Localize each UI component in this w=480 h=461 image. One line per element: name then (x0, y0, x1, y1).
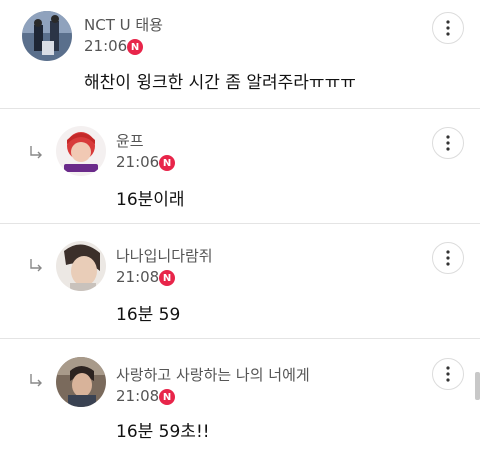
new-badge: N (127, 39, 143, 55)
more-vertical-icon (446, 366, 450, 382)
avatar[interactable] (56, 357, 106, 407)
reply-arrow-icon (28, 145, 44, 161)
more-options-button[interactable] (432, 242, 464, 274)
reply-item: 사랑하고 사랑하는 나의 너에게 21:08 N 16분 59초!! (0, 339, 480, 461)
comment-time: 21:08 (116, 268, 160, 286)
more-vertical-icon (446, 250, 450, 266)
avatar[interactable] (56, 241, 106, 291)
comment-time: 21:06 (84, 37, 128, 55)
scrollbar[interactable] (475, 372, 480, 400)
avatar[interactable] (56, 126, 106, 176)
comment-time: 21:08 (116, 387, 160, 405)
reply-arrow-icon (28, 258, 44, 274)
avatar[interactable] (22, 11, 72, 61)
more-options-button[interactable] (432, 12, 464, 44)
comment-text: 해찬이 윙크한 시간 좀 알려주라ㅠㅠㅠ (84, 73, 356, 93)
more-options-button[interactable] (432, 127, 464, 159)
comment-author[interactable]: 나나입니다람쥐 (116, 245, 213, 266)
more-vertical-icon (446, 20, 450, 36)
comment-author[interactable]: 윤프 (116, 130, 144, 151)
comment-time: 21:06 (116, 153, 160, 171)
new-badge: N (159, 270, 175, 286)
comment-author[interactable]: 사랑하고 사랑하는 나의 너에게 (116, 364, 310, 385)
comment-text: 16분 59 (116, 305, 181, 325)
more-vertical-icon (446, 135, 450, 151)
more-options-button[interactable] (432, 358, 464, 390)
comment-text: 16분 59초!! (116, 422, 210, 442)
comment-item: NCT U 태용 21:06 N 해찬이 윙크한 시간 좀 알려주라ㅠㅠㅠ (0, 0, 480, 108)
reply-item: 나나입니다람쥐 21:08 N 16분 59 (0, 224, 480, 338)
reply-item: 윤프 21:06 N 16분이래 (0, 109, 480, 223)
comment-author[interactable]: NCT U 태용 (84, 14, 163, 35)
comment-text: 16분이래 (116, 190, 185, 210)
reply-arrow-icon (28, 373, 44, 389)
new-badge: N (159, 155, 175, 171)
new-badge: N (159, 389, 175, 405)
